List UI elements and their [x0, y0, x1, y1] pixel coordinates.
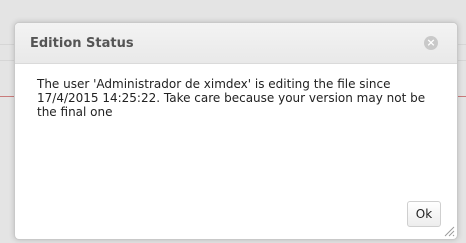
- dialog-titlebar[interactable]: Edition Status ×: [15, 23, 457, 64]
- edition-status-dialog: Edition Status × The user 'Administrador…: [14, 22, 458, 240]
- resize-grip-icon[interactable]: [443, 225, 455, 237]
- ok-button[interactable]: Ok: [407, 201, 441, 227]
- close-icon[interactable]: ×: [424, 36, 438, 50]
- dialog-message: The user 'Administrador de ximdex' is ed…: [37, 77, 426, 119]
- dialog-title: Edition Status: [30, 36, 134, 51]
